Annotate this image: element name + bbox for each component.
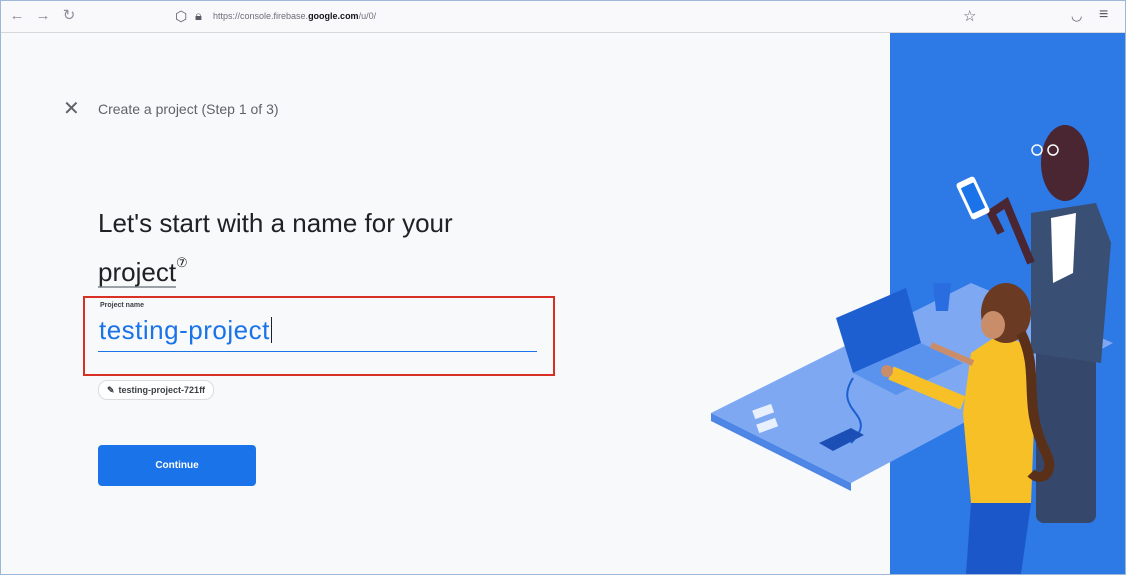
help-icon[interactable]: ⑦ xyxy=(176,255,188,270)
url-text[interactable]: https://console.firebase.google.com/u/0/ xyxy=(213,11,376,21)
project-help-link[interactable]: project xyxy=(98,257,176,287)
back-arrow-icon[interactable]: ← xyxy=(7,6,27,26)
page-headline: Let's start with a name for your project… xyxy=(98,203,518,292)
close-icon[interactable]: ✕ xyxy=(63,99,80,119)
project-name-label: Project name xyxy=(100,302,144,309)
text-caret xyxy=(270,317,272,343)
pencil-icon: ✎ xyxy=(107,385,115,395)
project-id-chip[interactable]: ✎ testing-project-721ff xyxy=(98,380,215,400)
menu-icon[interactable]: ≡ xyxy=(1099,6,1108,24)
shield-icon[interactable]: ⬡ xyxy=(175,8,187,25)
input-underline xyxy=(98,351,537,352)
project-name-input[interactable]: testing-project xyxy=(99,315,272,346)
headline-text: Let's start with a name for your xyxy=(98,208,453,238)
bookmark-star-icon[interactable]: ☆ xyxy=(963,7,976,25)
project-id-text: testing-project-721ff xyxy=(118,385,206,395)
browser-toolbar: ← → ↻ ⬡ 🔒︎ https://console.firebase.goog… xyxy=(1,1,1125,33)
reload-icon[interactable]: ↻ xyxy=(59,6,79,26)
continue-button[interactable]: Continue xyxy=(98,445,256,486)
cup-illustration xyxy=(933,283,951,311)
developers-illustration xyxy=(711,125,1113,574)
pocket-icon[interactable]: ◡ xyxy=(1071,8,1082,24)
lock-icon[interactable]: 🔒︎ xyxy=(195,8,202,24)
step-title: Create a project (Step 1 of 3) xyxy=(98,101,279,117)
forward-arrow-icon[interactable]: → xyxy=(33,6,53,26)
address-bar[interactable]: ⬡ 🔒︎ https://console.firebase.google.com… xyxy=(169,5,989,29)
